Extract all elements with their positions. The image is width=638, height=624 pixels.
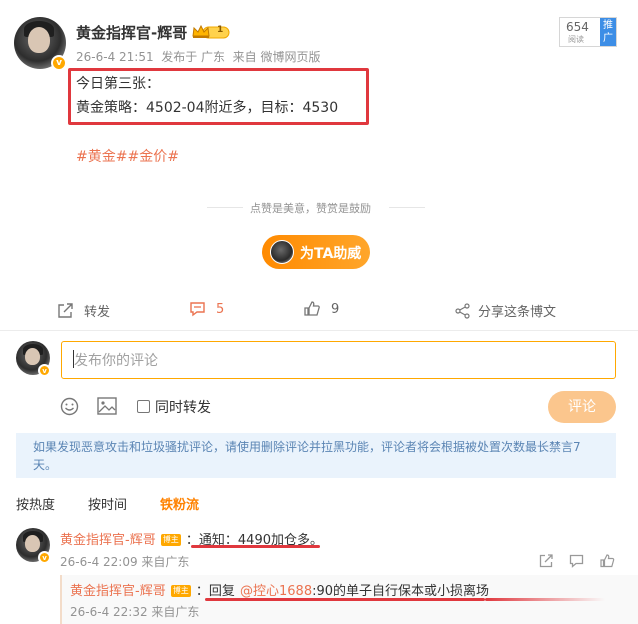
comment-meta: 26-6-4 22:09 来自广东	[60, 555, 190, 569]
praise-divider-left	[207, 207, 243, 208]
post-text-line1: 今日第三张：	[76, 76, 160, 92]
praise-divider-right	[389, 207, 425, 208]
verified-badge: v	[51, 55, 67, 71]
forward-icon	[58, 302, 73, 318]
reply-blogger-tag: 博主	[170, 584, 191, 597]
image-upload-icon[interactable]	[97, 397, 117, 419]
submit-comment-button[interactable]: 评论	[548, 391, 616, 423]
crown-level: 1	[217, 25, 224, 35]
reply-line: 黄金指挥官-辉哥 博主 ：回复 @控心1688:90的单子自行保本或小损离场	[70, 580, 489, 599]
post-text-line2: 黄金策略：4502-04附近多，目标：4530	[76, 100, 339, 116]
share-label: 分享这条博文	[478, 305, 557, 320]
post-meta: 26-6-4 21:51 发布于 广东 来自 微博网页版	[76, 50, 321, 64]
comment-placeholder: 发布你的评论	[74, 353, 158, 369]
comment-forward-icon[interactable]	[539, 553, 554, 572]
comment-icon	[190, 302, 205, 317]
reply-text: :90的单子自行保本或小损离场	[312, 584, 490, 599]
read-count-box[interactable]: 654 阅读 推广	[559, 17, 617, 47]
reply-meta: 26-6-4 22:32 来自广东	[70, 605, 200, 619]
cheer-button[interactable]: 为TA助威	[262, 235, 370, 269]
praise-text: 点赞是美意，赞赏是鼓励	[250, 202, 371, 215]
comment-button[interactable]: 5	[189, 301, 224, 317]
comment-highlight-underline	[191, 545, 320, 548]
also-forward-checkbox[interactable]	[137, 400, 150, 413]
comment-author[interactable]: 黄金指挥官-辉哥	[60, 533, 156, 548]
tab-by-hot[interactable]: 按热度	[16, 494, 55, 513]
read-label: 阅读	[568, 35, 584, 44]
reply-mention[interactable]: @控心1688	[240, 584, 312, 599]
emoji-icon[interactable]	[60, 397, 79, 420]
reply-highlight-fade	[485, 598, 605, 601]
section-divider	[0, 330, 638, 331]
like-count: 9	[331, 301, 340, 317]
comment-input[interactable]: 发布你的评论	[61, 341, 616, 379]
tab-fans-flow[interactable]: 铁粉流	[160, 494, 199, 513]
cheer-avatar	[270, 240, 294, 264]
forward-button[interactable]: 转发	[57, 301, 110, 320]
reply-prefix: ：回复	[195, 584, 235, 599]
crown-level-icon: 1	[191, 24, 231, 40]
post-hashtags[interactable]: #黄金##金价#	[76, 146, 179, 166]
cheer-label: 为TA助威	[300, 246, 362, 262]
tab-by-time[interactable]: 按时间	[88, 494, 127, 513]
share-icon	[455, 302, 470, 319]
moderation-notice: 如果发现恶意攻击和垃圾骚扰评论，请使用删除评论并拉黑功能，评论者将会根据被处置次…	[16, 433, 616, 478]
also-forward-label: 同时转发	[155, 400, 211, 416]
composer-verified-badge: v	[38, 364, 51, 377]
blogger-tag: 博主	[160, 533, 181, 546]
post-author-name[interactable]: 黄金指挥官-辉哥	[76, 22, 187, 43]
forward-label: 转发	[84, 305, 111, 320]
share-button[interactable]: 分享这条博文	[455, 301, 556, 320]
read-count: 654	[566, 20, 589, 34]
comment-like-icon[interactable]	[600, 553, 615, 572]
comment-count: 5	[216, 301, 225, 317]
reply-highlight-underline	[205, 598, 485, 601]
reply-author[interactable]: 黄金指挥官-辉哥	[70, 584, 166, 599]
like-icon	[304, 301, 320, 316]
like-button[interactable]: 9	[304, 301, 339, 317]
comment-verified-badge: v	[38, 551, 51, 564]
promote-button[interactable]: 推广	[600, 18, 616, 46]
comment-reply-icon[interactable]	[569, 553, 584, 572]
